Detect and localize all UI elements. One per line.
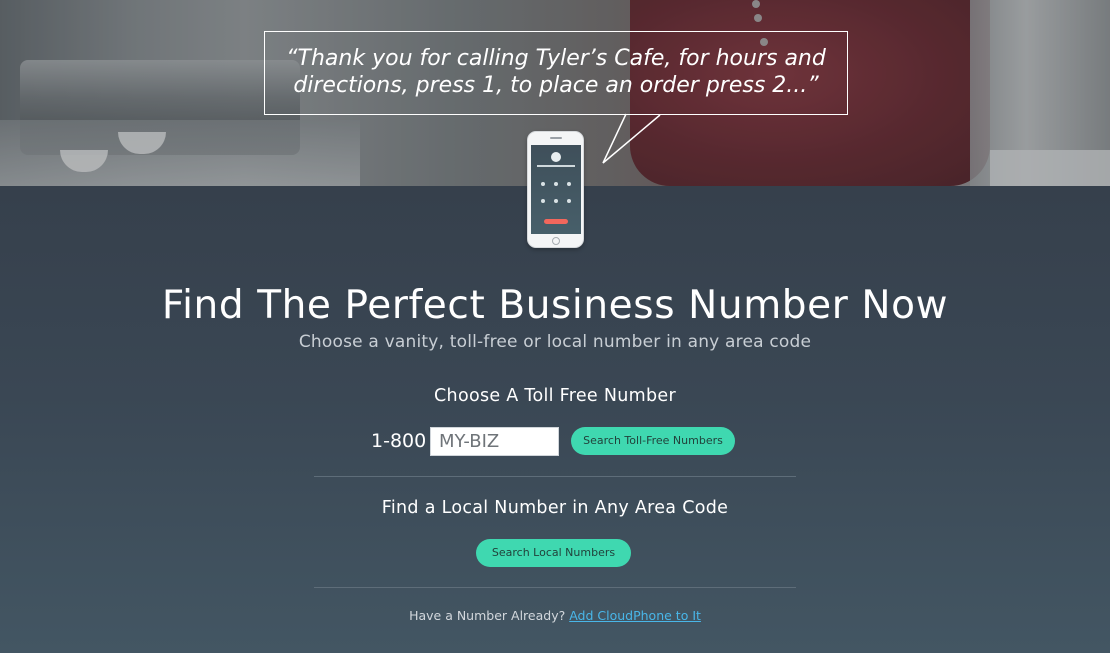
phone-icon <box>527 131 584 248</box>
divider <box>314 587 796 588</box>
toll-free-title: Choose A Toll Free Number <box>434 386 676 406</box>
toll-free-prefix: 1-800 <box>371 430 427 452</box>
quote-line-1: “Thank you for calling Tyler’s Cafe, for… <box>286 46 826 71</box>
keypad-icon <box>554 182 558 186</box>
speaker-icon <box>567 182 571 186</box>
quote-bubble: “Thank you for calling Tyler’s Cafe, for… <box>264 31 848 115</box>
toll-free-input[interactable] <box>430 427 559 456</box>
existing-number-text: Have a Number Already? <box>409 608 566 623</box>
hold-icon <box>541 199 545 203</box>
local-number-title: Find a Local Number in Any Area Code <box>381 498 729 518</box>
search-local-button[interactable]: Search Local Numbers <box>476 539 631 567</box>
phone-screen <box>531 145 581 234</box>
page-title: Find The Perfect Business Number Now <box>161 283 949 328</box>
phone-speaker <box>550 137 562 139</box>
add-cloudphone-link[interactable]: Add CloudPhone to It <box>569 608 701 623</box>
end-call-button <box>544 219 568 224</box>
mute-icon <box>541 182 545 186</box>
caller-avatar <box>551 152 561 162</box>
page-subtitle: Choose a vanity, toll-free or local numb… <box>298 332 812 352</box>
bubble-tail-icon <box>602 113 661 164</box>
main-section <box>0 186 1110 653</box>
existing-number-note: Have a Number Already? Add CloudPhone to… <box>0 608 1110 623</box>
transfer-icon <box>554 199 558 203</box>
home-button <box>552 237 560 245</box>
search-toll-free-button[interactable]: Search Toll-Free Numbers <box>571 427 735 455</box>
quote-line-2: directions, press 1, to place an order p… <box>293 73 819 98</box>
add-call-icon <box>567 199 571 203</box>
caller-name <box>537 165 575 167</box>
divider <box>314 476 796 477</box>
